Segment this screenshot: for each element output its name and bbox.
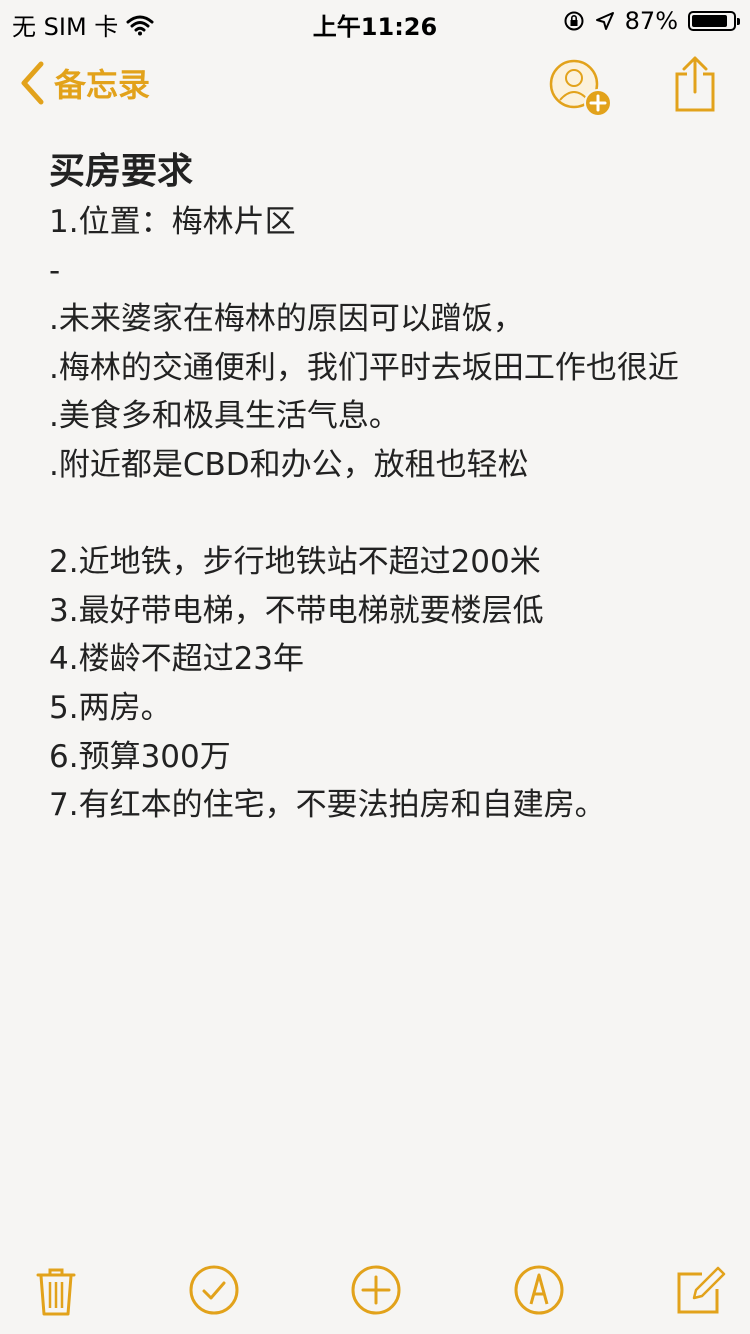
note-line: .附近都是CBD和办公，放租也轻松 <box>49 446 529 483</box>
back-button[interactable]: 备忘录 <box>20 60 150 106</box>
back-button-label: 备忘录 <box>54 66 151 104</box>
status-bar: 无 SIM 卡 上午11:26 87% <box>0 0 750 41</box>
note-line: 6.预算300万 <box>49 738 231 775</box>
note-line: 7.有红本的住宅，不要法拍房和自建房。 <box>49 787 606 824</box>
delete-button[interactable] <box>28 1262 84 1318</box>
compose-button[interactable] <box>672 1262 728 1318</box>
share-icon <box>675 56 715 112</box>
checklist-icon <box>189 1265 239 1315</box>
note-title: 买房要求 <box>49 151 194 192</box>
add-person-icon <box>549 59 612 117</box>
markup-button[interactable] <box>511 1262 567 1318</box>
battery-icon <box>688 11 740 31</box>
add-button[interactable] <box>348 1262 404 1318</box>
share-button[interactable] <box>672 54 718 114</box>
add-people-button[interactable] <box>548 58 614 118</box>
note-line: .梅林的交通便利，我们平时去坂田工作也很近 <box>49 349 679 386</box>
add-icon <box>351 1265 401 1315</box>
orientation-lock-icon <box>564 11 584 31</box>
note-line: .美食多和极具生活气息。 <box>49 398 400 435</box>
nav-bar: 备忘录 <box>0 48 750 128</box>
trash-icon <box>36 1268 76 1316</box>
note-lines: 1.位置：梅林片区 - .未来婆家在梅林的原因可以蹭饭， .梅林的交通便利，我们平时去… <box>49 198 699 830</box>
note-line: 5.两房。 <box>49 689 172 726</box>
note-line: .未来婆家在梅林的原因可以蹭饭， <box>49 301 524 338</box>
compose-icon <box>677 1266 726 1314</box>
note-line: 2.近地铁，步行地铁站不超过200米 <box>49 544 541 581</box>
note-line: 1.位置：梅林片区 <box>49 204 296 240</box>
bottom-toolbar <box>0 1250 750 1330</box>
note-line: 4.楼龄不超过23年 <box>49 641 305 678</box>
battery-nub <box>737 18 740 25</box>
note-body[interactable]: 买房要求 1.位置：梅林片区 - .未来婆家在梅林的原因可以蹭饭， .梅林的交通便利，… <box>49 146 699 830</box>
chevron-left-icon <box>21 61 44 105</box>
markup-icon <box>514 1265 564 1315</box>
battery-fill <box>692 15 727 27</box>
battery-percent: 87% <box>624 7 678 35</box>
note-line: - <box>49 252 61 289</box>
note-blank-line <box>49 490 699 539</box>
checklist-button[interactable] <box>186 1262 242 1318</box>
status-right-group: 87% <box>563 7 740 35</box>
location-icon <box>595 12 614 30</box>
note-line: 3.最好带电梯，不带电梯就要楼层低 <box>49 592 544 629</box>
